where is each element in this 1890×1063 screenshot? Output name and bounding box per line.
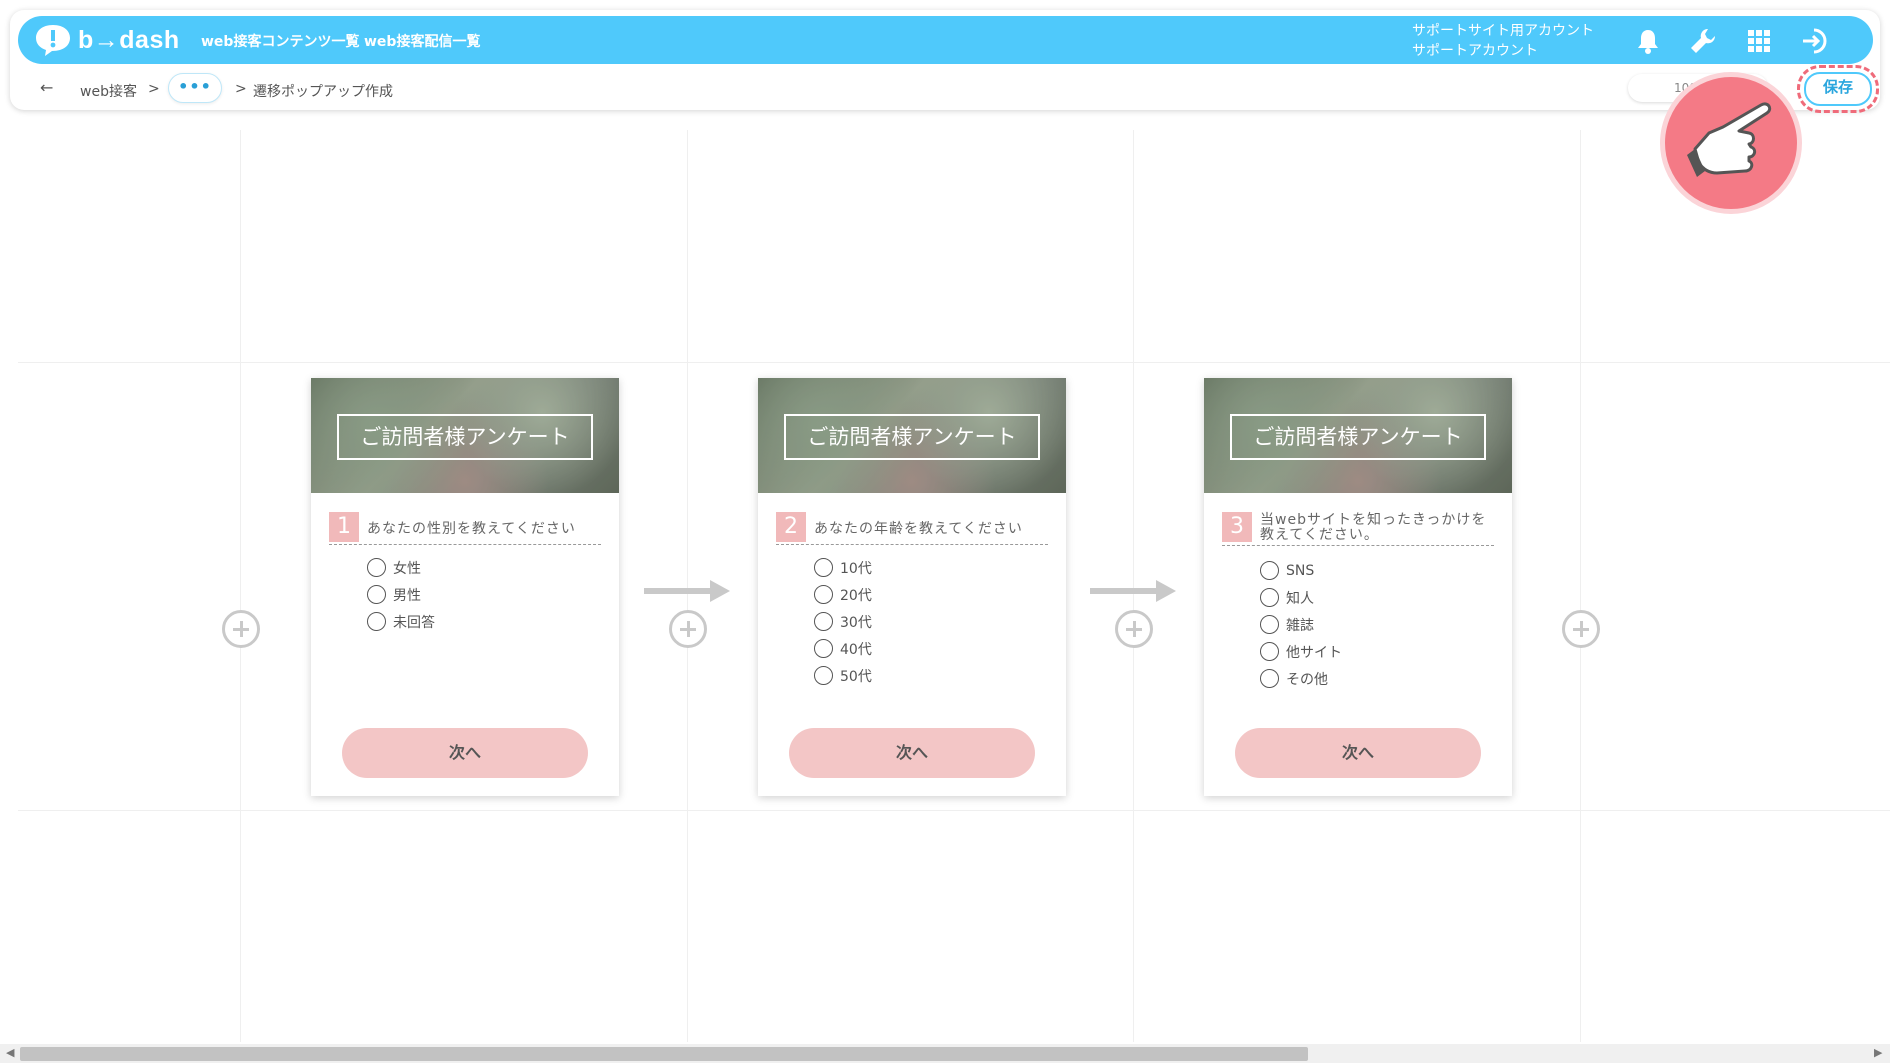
radio-icon[interactable]	[367, 585, 386, 604]
option-list: 女性 男性 未回答	[367, 554, 435, 635]
radio-icon[interactable]	[814, 585, 833, 604]
question-text: 当webサイトを知ったきっかけを教えてください。	[1260, 512, 1487, 543]
next-button[interactable]: 次へ	[342, 728, 588, 778]
question-row: 1 あなたの性別を教えてください	[329, 512, 601, 545]
option-label: 20代	[840, 587, 872, 604]
scrollbar-thumb[interactable]	[20, 1047, 1308, 1061]
option-item[interactable]: 女性	[367, 554, 435, 581]
option-label: 雑誌	[1286, 617, 1314, 634]
option-label: 女性	[393, 560, 421, 577]
breadcrumb: ← web接客 > ••• > 遷移ポップアップ作成 100 保存	[18, 65, 1879, 113]
grid-line	[18, 810, 1890, 811]
popup-card-2[interactable]: ご訪問者様アンケート 2 あなたの年齢を教えてください 10代 20代 30代 …	[758, 378, 1066, 796]
option-item[interactable]: 40代	[814, 635, 872, 662]
back-arrow-icon[interactable]: ←	[40, 78, 53, 97]
add-step-button[interactable]	[669, 610, 707, 648]
radio-icon[interactable]	[1260, 588, 1279, 607]
popup-card-1[interactable]: ご訪問者様アンケート 1 あなたの性別を教えてください 女性 男性 未回答 次へ	[311, 378, 619, 796]
question-text: あなたの年齢を教えてください	[814, 521, 1023, 537]
logo[interactable]: b→dash	[34, 22, 180, 58]
option-label: その他	[1286, 671, 1328, 688]
option-label: 知人	[1286, 590, 1314, 607]
question-number-badge: 1	[329, 512, 359, 542]
option-item[interactable]: 雑誌	[1260, 611, 1342, 638]
add-step-button[interactable]	[1115, 610, 1153, 648]
radio-icon[interactable]	[1260, 561, 1279, 580]
scroll-right-icon[interactable]: ▶	[1874, 1046, 1882, 1059]
wrench-icon[interactable]	[1688, 26, 1718, 56]
grid-line	[240, 130, 241, 1042]
radio-icon[interactable]	[1260, 669, 1279, 688]
flow-arrow-icon	[644, 580, 730, 602]
radio-icon[interactable]	[814, 558, 833, 577]
card-title: ご訪問者様アンケート	[784, 414, 1040, 460]
option-item[interactable]: SNS	[1260, 557, 1342, 584]
option-label: 50代	[840, 668, 872, 685]
radio-icon[interactable]	[367, 558, 386, 577]
radio-icon[interactable]	[1260, 642, 1279, 661]
scroll-left-icon[interactable]: ◀	[6, 1046, 14, 1059]
question-number-badge: 3	[1222, 512, 1252, 542]
account-info[interactable]: サポートサイト用アカウント サポートアカウント	[1412, 21, 1594, 61]
option-item[interactable]: 10代	[814, 554, 872, 581]
option-item[interactable]: 50代	[814, 662, 872, 689]
save-button[interactable]: 保存	[1797, 65, 1879, 113]
breadcrumb-separator: >	[148, 81, 160, 97]
nav-web-content-list[interactable]: web接客コンテンツ一覧	[201, 31, 359, 51]
question-row: 2 あなたの年齢を教えてください	[776, 512, 1048, 545]
option-item[interactable]: 未回答	[367, 608, 435, 635]
option-list: SNS 知人 雑誌 他サイト その他	[1260, 557, 1342, 692]
option-item[interactable]: 20代	[814, 581, 872, 608]
radio-icon[interactable]	[814, 612, 833, 631]
radio-icon[interactable]	[814, 639, 833, 658]
option-label: 40代	[840, 641, 872, 658]
breadcrumb-current: 遷移ポップアップ作成	[253, 84, 393, 100]
breadcrumb-more-button[interactable]: •••	[168, 73, 222, 103]
question-text: あなたの性別を教えてください	[367, 521, 576, 537]
popup-card-3[interactable]: ご訪問者様アンケート 3 当webサイトを知ったきっかけを教えてください。 SN…	[1204, 378, 1512, 796]
option-label: 男性	[393, 587, 421, 604]
flow-arrow-icon	[1090, 580, 1176, 602]
option-list: 10代 20代 30代 40代 50代	[814, 554, 872, 689]
grid-icon[interactable]	[1744, 26, 1774, 56]
next-button[interactable]: 次へ	[1235, 728, 1481, 778]
option-label: SNS	[1286, 562, 1315, 579]
add-step-button[interactable]	[222, 610, 260, 648]
breadcrumb-root[interactable]: web接客	[80, 81, 137, 101]
option-label: 30代	[840, 614, 872, 631]
add-step-button[interactable]	[1562, 610, 1600, 648]
option-item[interactable]: 男性	[367, 581, 435, 608]
option-label: 未回答	[393, 614, 435, 631]
radio-icon[interactable]	[1260, 615, 1279, 634]
option-item[interactable]: 30代	[814, 608, 872, 635]
option-item[interactable]: その他	[1260, 665, 1342, 692]
account-name: サポートサイト用アカウント	[1412, 23, 1594, 39]
top-bar: b→dash web接客コンテンツ一覧 web接客配信一覧 サポートサイト用アカ…	[18, 16, 1873, 64]
question-number-badge: 2	[776, 512, 806, 542]
option-label: 他サイト	[1286, 644, 1342, 661]
grid-line	[18, 362, 1890, 363]
radio-icon[interactable]	[367, 612, 386, 631]
nav-web-delivery-list[interactable]: web接客配信一覧	[364, 31, 480, 51]
option-label: 10代	[840, 560, 872, 577]
next-button[interactable]: 次へ	[789, 728, 1035, 778]
grid-line	[1580, 130, 1581, 1042]
card-title: ご訪問者様アンケート	[337, 414, 593, 460]
account-sub: サポートアカウント	[1412, 43, 1538, 59]
breadcrumb-separator-2: >	[235, 81, 247, 97]
option-item[interactable]: 他サイト	[1260, 638, 1342, 665]
logout-icon[interactable]	[1800, 26, 1830, 56]
logo-text: b→dash	[78, 25, 180, 54]
radio-icon[interactable]	[814, 666, 833, 685]
question-row: 3 当webサイトを知ったきっかけを教えてください。	[1222, 512, 1494, 546]
card-title: ご訪問者様アンケート	[1230, 414, 1486, 460]
bell-icon[interactable]	[1633, 26, 1663, 56]
logo-icon	[36, 25, 70, 56]
option-item[interactable]: 知人	[1260, 584, 1342, 611]
